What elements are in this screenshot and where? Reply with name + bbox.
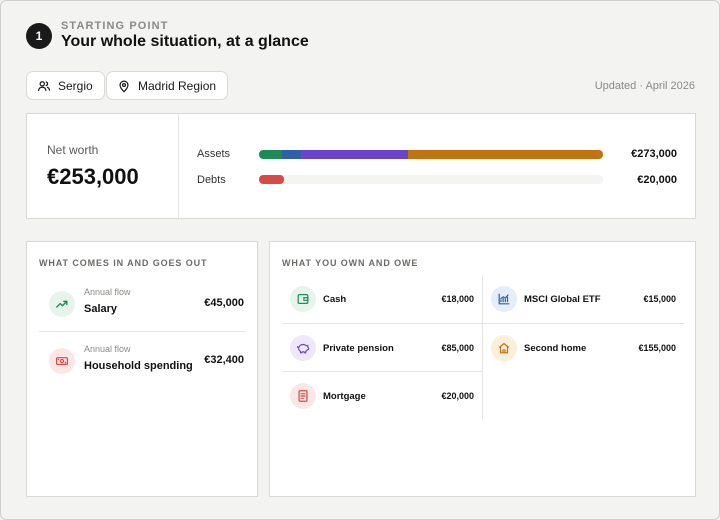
flow-kicker: Annual flow	[84, 287, 131, 297]
divider	[39, 331, 246, 332]
page-title: Your whole situation, at a glance	[61, 33, 309, 50]
document-icon	[290, 383, 316, 409]
holdings-panel: WHAT YOU OWN AND OWE Cash €18,000 MSCI G…	[269, 241, 696, 497]
house-icon	[491, 335, 517, 361]
updated-timestamp: Updated · April 2026	[594, 80, 695, 92]
holding-amount: €18,000	[441, 294, 474, 304]
holding-amount: €15,000	[643, 294, 676, 304]
piggy-bank-icon	[290, 335, 316, 361]
holdings-title: WHAT YOU OWN AND OWE	[282, 258, 419, 268]
flow-name: Household spending	[84, 360, 193, 372]
net-worth-card: Net worth €253,000 Assets €273,000 Debts…	[26, 113, 696, 219]
flow-amount: €45,000	[204, 297, 244, 309]
debts-label: Debts	[197, 174, 226, 186]
user-chip-label: Sergio	[58, 78, 93, 93]
map-pin-icon	[117, 79, 131, 93]
region-chip[interactable]: Madrid Region	[106, 71, 229, 100]
assets-bar-segment	[407, 150, 603, 159]
holding-private-pension[interactable]: Private pension €85,000	[282, 324, 482, 372]
flow-name: Salary	[84, 303, 118, 315]
section-eyebrow: STARTING POINT	[61, 20, 169, 32]
net-worth-label: Net worth	[47, 143, 99, 157]
holding-name: Second home	[524, 343, 587, 354]
assets-label: Assets	[197, 148, 231, 160]
holding-mortgage[interactable]: Mortgage €20,000	[282, 372, 482, 420]
debts-bar	[259, 175, 603, 184]
assets-bar-segment	[281, 150, 301, 159]
cash-flow-title: WHAT COMES IN AND GOES OUT	[39, 258, 208, 268]
flow-amount: €32,400	[204, 354, 244, 366]
assets-bar	[259, 150, 603, 159]
holding-name: Private pension	[323, 343, 394, 354]
holding-amount: €20,000	[441, 391, 474, 401]
assets-amount: €273,000	[631, 148, 677, 160]
banknote-icon	[49, 348, 75, 374]
users-icon	[37, 79, 51, 93]
step-badge: 1	[26, 23, 52, 49]
holding-amount: €85,000	[441, 343, 474, 353]
holding-name: Cash	[323, 294, 347, 305]
flow-row-household-spending[interactable]: Annual flow Household spending €32,400	[39, 338, 245, 388]
user-chip[interactable]: Sergio	[26, 71, 105, 100]
net-worth-value: €253,000	[47, 164, 139, 189]
holding-amount: €155,000	[638, 343, 676, 353]
holding-second-home[interactable]: Second home €155,000	[483, 324, 684, 372]
chart-line-icon	[491, 286, 517, 312]
debts-bar-fill	[259, 175, 285, 184]
wallet-icon	[290, 286, 316, 312]
assets-bar-segment	[300, 150, 408, 159]
holding-cash[interactable]: Cash €18,000	[282, 275, 482, 323]
holding-name: Mortgage	[323, 391, 366, 402]
app-frame: 1 STARTING POINT Your whole situation, a…	[0, 0, 720, 520]
holding-msci-global-etf[interactable]: MSCI Global ETF €15,000	[483, 275, 684, 323]
holding-name: MSCI Global ETF	[524, 294, 601, 305]
cash-flow-panel: WHAT COMES IN AND GOES OUT Annual flow S…	[26, 241, 258, 497]
debts-amount: €20,000	[637, 174, 677, 186]
flow-kicker: Annual flow	[84, 344, 131, 354]
region-chip-label: Madrid Region	[138, 78, 217, 93]
net-worth-summary: Net worth €253,000	[27, 114, 179, 218]
assets-bar-segment	[259, 150, 282, 159]
trending-up-icon	[49, 291, 75, 317]
flow-row-salary[interactable]: Annual flow Salary €45,000	[39, 281, 245, 331]
